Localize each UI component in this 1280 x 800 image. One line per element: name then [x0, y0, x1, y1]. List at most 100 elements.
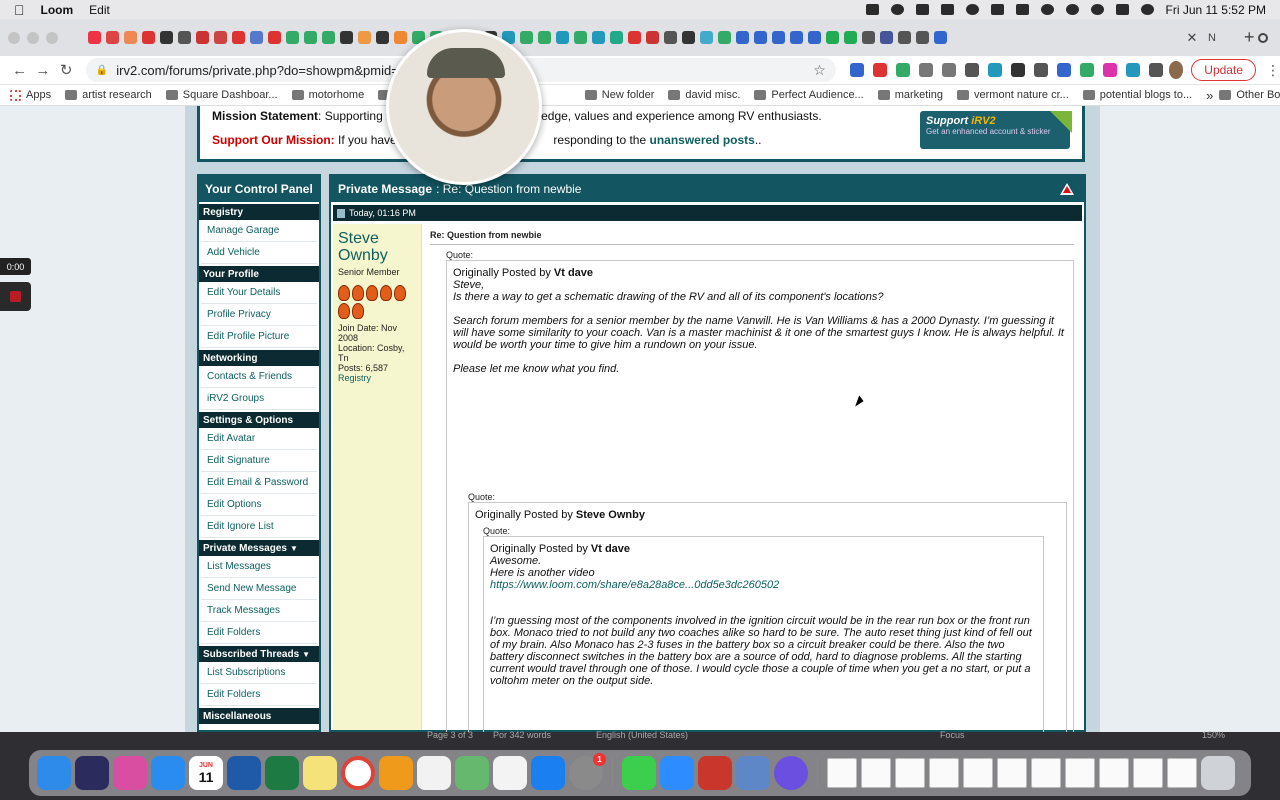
extension-icon[interactable] — [964, 63, 979, 77]
spotlight-search-icon[interactable] — [1090, 4, 1104, 15]
time-machine-icon[interactable] — [1065, 4, 1079, 15]
pinned-tab-favicon[interactable] — [646, 31, 659, 44]
minimize-window-button[interactable] — [27, 31, 39, 44]
panel-link[interactable]: Edit Avatar — [201, 428, 317, 450]
pinned-tab-favicon[interactable] — [628, 31, 641, 44]
extension-icon[interactable] — [895, 63, 910, 77]
bookmark-folder[interactable]: New folder — [584, 89, 654, 101]
excel-icon[interactable] — [265, 756, 299, 790]
other-bookmarks[interactable]: Other Bookmarks — [1219, 89, 1280, 101]
extension-icon[interactable] — [1079, 63, 1094, 77]
preview-icon[interactable] — [736, 756, 770, 790]
extension-icon[interactable] — [1033, 63, 1048, 77]
author-name[interactable]: Steve Ownby — [338, 230, 416, 264]
report-warning-icon[interactable] — [1060, 183, 1074, 195]
loom-camera-bubble[interactable] — [386, 29, 542, 185]
extension-icon[interactable] — [1148, 63, 1163, 77]
maps-icon[interactable] — [455, 756, 489, 790]
bookmark-folder[interactable]: Square Dashboar... — [165, 89, 278, 101]
document-thumbnail[interactable] — [1099, 758, 1129, 788]
update-button[interactable]: Update — [1191, 59, 1256, 81]
panel-link[interactable]: Edit Options — [201, 494, 317, 516]
tab-close-icon[interactable]: ✕ — [1184, 30, 1200, 46]
panel-link[interactable]: Edit Your Details — [201, 282, 317, 304]
pinned-tab-favicon[interactable] — [880, 31, 893, 44]
app-menu-loom[interactable]: Loom — [41, 3, 74, 17]
tab-search-icon[interactable] — [1258, 32, 1268, 43]
pinned-tab-favicon[interactable] — [664, 31, 677, 44]
profile-avatar[interactable] — [1168, 61, 1184, 79]
pinned-tab-favicon[interactable] — [592, 31, 605, 44]
safari-icon[interactable] — [151, 756, 185, 790]
document-thumbnail[interactable] — [963, 758, 993, 788]
control-center-icon[interactable] — [1115, 4, 1129, 15]
pinned-tab-favicon[interactable] — [214, 31, 227, 44]
pinned-tab-favicon[interactable] — [394, 31, 407, 44]
pinned-tab-favicon[interactable] — [376, 31, 389, 44]
launchpad-icon[interactable] — [113, 756, 147, 790]
zoom-icon[interactable] — [660, 756, 694, 790]
play-status-icon[interactable] — [965, 4, 979, 15]
document-thumbnail[interactable] — [861, 758, 891, 788]
pinned-tab-favicon[interactable] — [574, 31, 587, 44]
extension-icon[interactable] — [849, 63, 864, 77]
app-store-icon[interactable] — [531, 756, 565, 790]
chrome-icon[interactable] — [341, 756, 375, 790]
pinned-tab-favicon[interactable] — [934, 31, 947, 44]
pinned-tab-favicon[interactable] — [340, 31, 353, 44]
panel-link[interactable]: iRV2 Groups — [201, 388, 317, 410]
pinned-tab-favicon[interactable] — [88, 31, 101, 44]
pinned-tab-favicon[interactable] — [898, 31, 911, 44]
pinned-tab-favicon[interactable] — [286, 31, 299, 44]
cursor-status-icon[interactable] — [915, 4, 929, 15]
bookmark-star-icon[interactable]: ☆ — [813, 62, 826, 79]
panel-link[interactable]: Track Messages — [201, 600, 317, 622]
new-tab-button[interactable]: + — [1244, 27, 1255, 48]
siri-icon[interactable] — [1140, 4, 1154, 15]
bookmark-folder[interactable]: potential blogs to... — [1082, 89, 1192, 101]
pinned-tab-favicon[interactable] — [196, 31, 209, 44]
pinned-tab-favicon[interactable] — [142, 31, 155, 44]
siri-dock-icon[interactable] — [75, 756, 109, 790]
pinned-tab-favicon[interactable] — [610, 31, 623, 44]
support-irv2-banner[interactable]: Support iRV2 Get an enhanced account & s… — [920, 111, 1072, 149]
pinned-tab-favicon[interactable] — [268, 31, 281, 44]
pinned-tab-favicon[interactable] — [160, 31, 173, 44]
extension-icon[interactable] — [872, 63, 887, 77]
unanswered-posts-link[interactable]: unanswered posts — [649, 133, 754, 147]
panel-link[interactable]: Edit Signature — [201, 450, 317, 472]
panel-link[interactable]: Add Vehicle — [201, 242, 317, 264]
panel-link[interactable]: Edit Ignore List — [201, 516, 317, 538]
powerpoint-icon[interactable] — [698, 756, 732, 790]
system-preferences-icon[interactable]: 1 — [569, 753, 606, 790]
author-registry-link[interactable]: Registry — [338, 373, 416, 383]
pinned-tab-favicon[interactable] — [538, 31, 551, 44]
pinned-tab-favicon[interactable] — [718, 31, 731, 44]
reload-icon[interactable]: ↻ — [57, 61, 76, 79]
panel-link[interactable]: Profile Privacy — [201, 304, 317, 326]
trash-icon[interactable] — [1201, 756, 1235, 790]
calendar-icon[interactable]: JUN 11 — [189, 756, 223, 790]
bookmark-folder[interactable]: Perfect Audience... — [754, 89, 864, 101]
pinned-tab-favicon[interactable] — [772, 31, 785, 44]
pinned-tab-favicon[interactable] — [250, 31, 263, 44]
pinned-tab-favicon[interactable] — [754, 31, 767, 44]
panel-link[interactable]: Contacts & Friends — [201, 366, 317, 388]
extension-icon[interactable] — [1102, 63, 1117, 77]
pinned-tab-favicon[interactable] — [106, 31, 119, 44]
gear-status-icon[interactable] — [890, 4, 904, 15]
pinned-tab-favicon[interactable] — [790, 31, 803, 44]
tab-favicon-n[interactable]: N — [1208, 32, 1216, 44]
panel-link[interactable]: Manage Garage — [201, 220, 317, 242]
bookmark-folder[interactable]: motorhome — [291, 89, 364, 101]
messages-icon[interactable] — [622, 756, 656, 790]
document-thumbnail[interactable] — [1133, 758, 1163, 788]
close-window-button[interactable] — [8, 31, 20, 44]
document-thumbnail[interactable] — [997, 758, 1027, 788]
pinned-tab-favicon[interactable] — [682, 31, 695, 44]
forward-arrow-icon[interactable]: → — [33, 62, 52, 79]
pinned-tab-favicon[interactable] — [844, 31, 857, 44]
document-thumbnail[interactable] — [929, 758, 959, 788]
pinned-tab-favicon[interactable] — [862, 31, 875, 44]
loom-status-icon[interactable] — [865, 4, 879, 15]
